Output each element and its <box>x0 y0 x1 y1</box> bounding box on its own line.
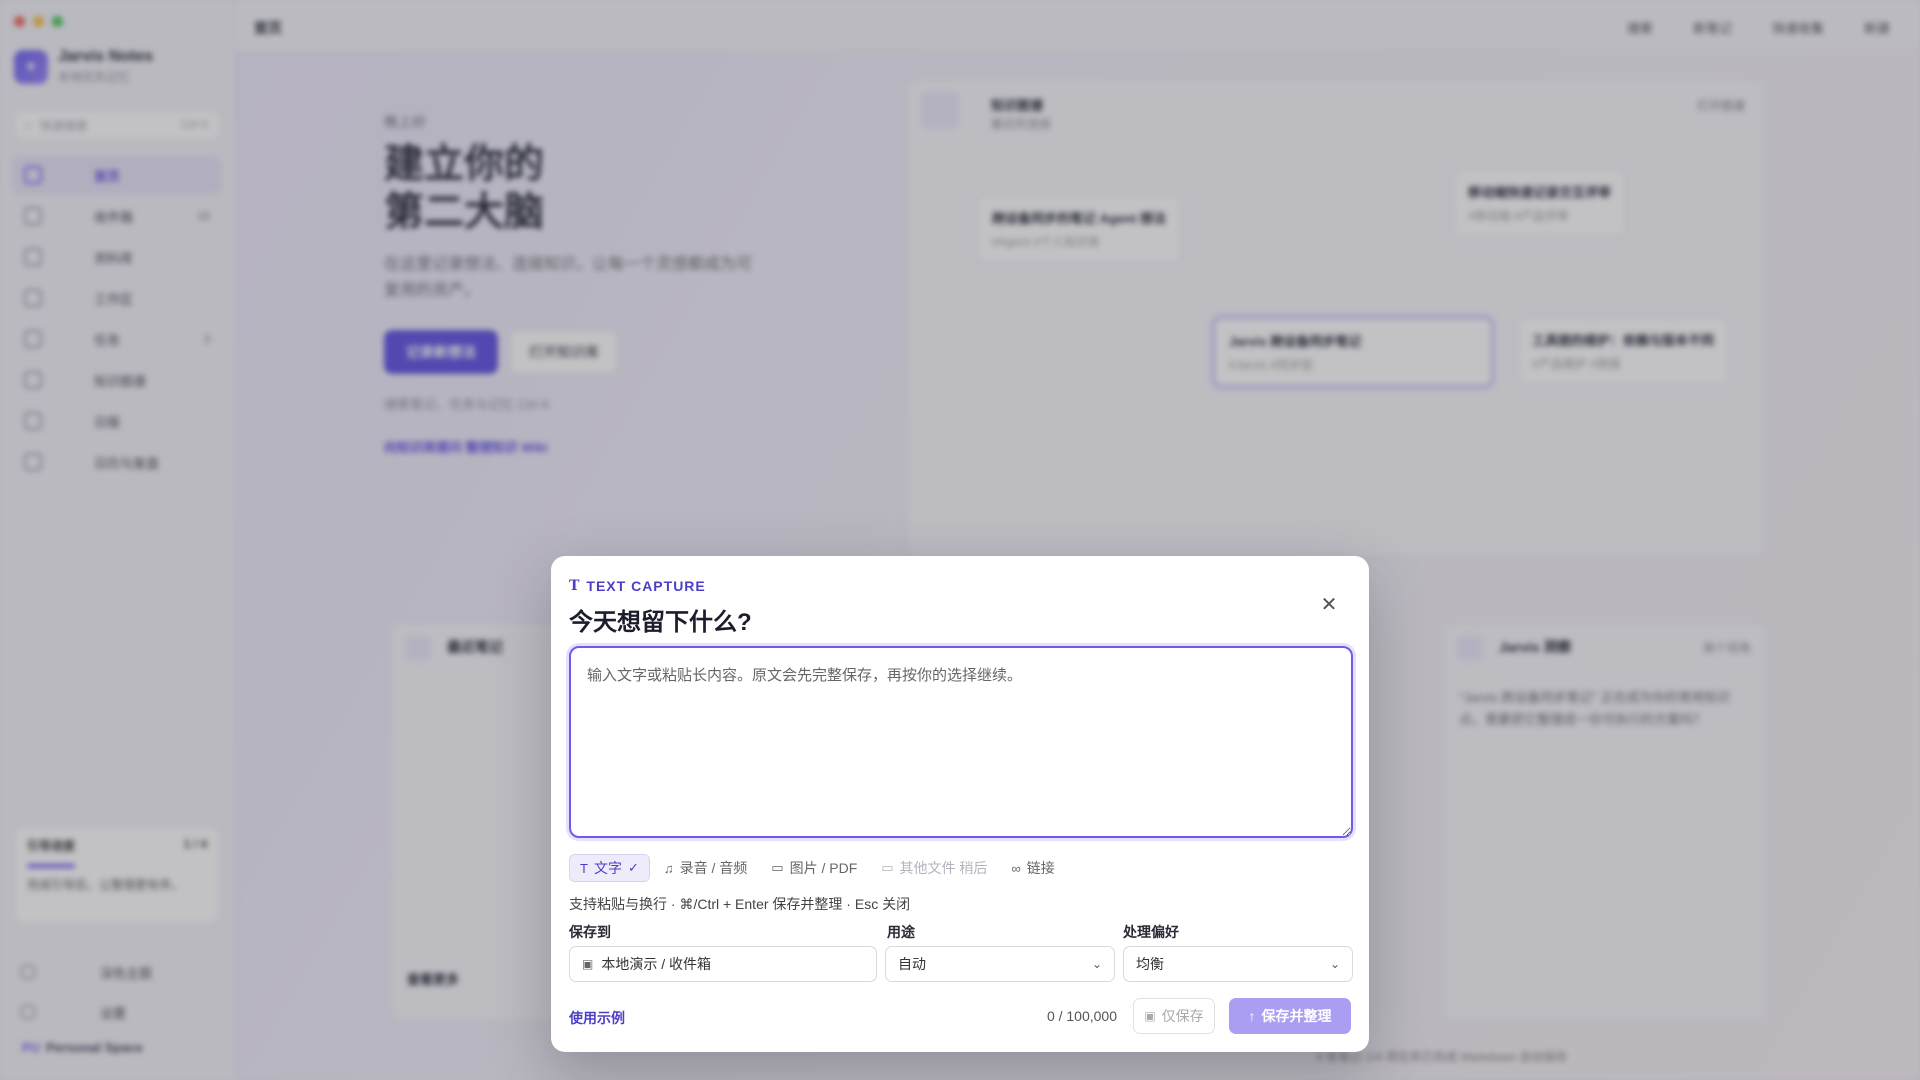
arrow-up-icon: ↑ <box>1248 1008 1256 1024</box>
save-only-button[interactable]: ▣ 仅保存 <box>1133 998 1215 1034</box>
file-icon: ▭ <box>771 860 784 875</box>
preference-select[interactable]: 均衡 ⌄ <box>1123 946 1353 982</box>
save-icon: ▣ <box>582 957 594 971</box>
use-example-link[interactable]: 使用示例 <box>569 1008 625 1028</box>
chevron-down-icon: ⌄ <box>1091 957 1102 971</box>
char-count: 0 / 100,000 <box>1046 1008 1117 1024</box>
text-icon: T <box>569 578 581 594</box>
save-and-organize-label: 保存并整理 <box>1261 1008 1332 1024</box>
tab-label: 链接 <box>1026 860 1055 876</box>
tab-label: 录音 / 音频 <box>679 860 748 876</box>
purpose-label: 用途 <box>887 924 915 940</box>
dialog-title: 今天想留下什么? <box>569 609 752 636</box>
close-icon[interactable]: ✕ <box>1317 592 1341 616</box>
save-to-label: 保存到 <box>569 924 611 940</box>
save-and-organize-button[interactable]: ↑ 保存并整理 <box>1229 998 1351 1034</box>
audio-icon: ♫ <box>663 860 674 876</box>
chevron-down-icon: ⌄ <box>1329 957 1340 971</box>
purpose-select[interactable]: 自动 ⌄ <box>885 946 1115 982</box>
purpose-value: 自动 <box>898 956 926 972</box>
preference-value: 均衡 <box>1136 956 1164 972</box>
text-capture-dialog: T TEXT CAPTURE 今天想留下什么? ✕ T 文字 ✓ ♫ 录音 / … <box>551 556 1369 1052</box>
save-only-label: 仅保存 <box>1161 1008 1204 1024</box>
file-icon: ▭ <box>881 860 894 875</box>
save-icon: ▣ <box>1144 1009 1156 1023</box>
tab-label: 图片 / PDF <box>789 860 858 876</box>
keyboard-hint: 支持粘贴与换行 · ⌘/Ctrl + Enter 保存并整理 · Esc 关闭 <box>569 896 911 912</box>
dialog-kicker-label: TEXT CAPTURE <box>586 578 706 594</box>
check-icon: ✓ <box>627 860 639 875</box>
save-to-value: 本地演示 / 收件箱 <box>601 956 712 972</box>
save-to-field[interactable]: ▣ 本地演示 / 收件箱 <box>569 946 877 982</box>
capture-type-tabs: T 文字 ✓ ♫ 录音 / 音频 ▭ 图片 / PDF ▭ 其他文件 稍后 ∞ … <box>569 854 1065 882</box>
tab-text[interactable]: T 文字 ✓ <box>569 854 650 882</box>
preference-label: 处理偏好 <box>1123 924 1179 940</box>
tab-label: 其他文件 稍后 <box>899 860 988 876</box>
text-icon: T <box>580 860 588 876</box>
tab-link[interactable]: ∞ 链接 <box>1001 854 1064 882</box>
tab-label: 文字 <box>593 860 622 876</box>
capture-textarea[interactable] <box>569 646 1353 838</box>
link-icon: ∞ <box>1011 860 1021 876</box>
dialog-kicker: T TEXT CAPTURE <box>569 578 706 594</box>
tab-image-pdf[interactable]: ▭ 图片 / PDF <box>761 854 867 882</box>
tab-audio[interactable]: ♫ 录音 / 音频 <box>654 854 757 882</box>
tab-other-files: ▭ 其他文件 稍后 <box>871 854 997 882</box>
